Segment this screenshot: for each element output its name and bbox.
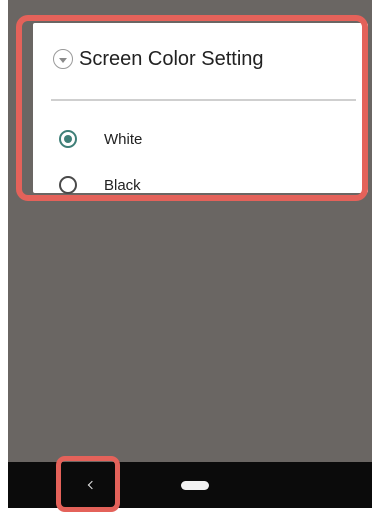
chevron-down-circle-icon[interactable] [53, 49, 73, 69]
home-pill-icon[interactable] [181, 481, 209, 490]
back-button[interactable] [60, 462, 120, 508]
back-chevron-icon [87, 480, 96, 490]
navigation-bar [8, 462, 372, 508]
dialog-header[interactable]: Screen Color Setting [53, 39, 356, 79]
radio-white-selected-icon[interactable] [59, 130, 77, 148]
divider [51, 99, 356, 101]
dialog-title: Screen Color Setting [79, 47, 264, 70]
screen-color-dialog: Screen Color Setting White Black [33, 23, 368, 194]
radio-black-unselected-icon[interactable] [59, 176, 77, 194]
option-black-label: Black [104, 176, 141, 194]
screen: Screen Color Setting White Black [8, 0, 372, 462]
device: Screen Color Setting White Black [8, 0, 372, 512]
option-black[interactable]: Black [59, 171, 339, 199]
option-white-label: White [104, 130, 143, 148]
option-white[interactable]: White [59, 125, 339, 153]
chevron-triangle [59, 57, 67, 63]
radio-dot [64, 135, 72, 143]
